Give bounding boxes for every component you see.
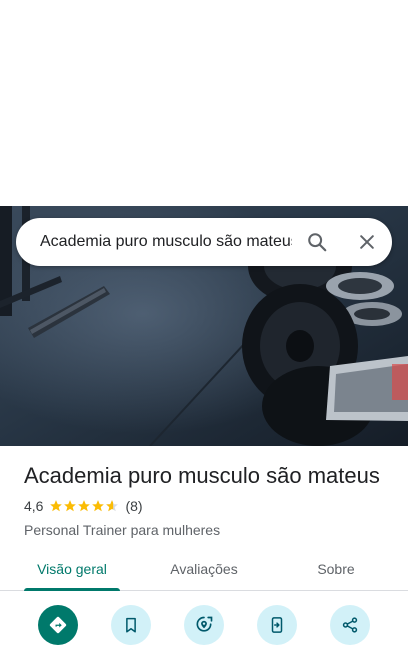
send-to-phone-icon (271, 617, 283, 633)
search-bar[interactable]: Academia puro musculo são mateus (16, 218, 392, 266)
bookmark-icon (126, 617, 136, 633)
tab-overview[interactable]: Visão geral (24, 548, 120, 591)
star-full-icon (78, 500, 91, 512)
star-full-icon (92, 500, 105, 512)
directions-icon (49, 616, 67, 634)
action-bar (0, 591, 408, 652)
rating-row[interactable]: 4,6 (8) (24, 496, 394, 516)
share-button[interactable] (330, 605, 370, 645)
place-category[interactable]: Personal Trainer para mulheres (24, 522, 394, 538)
place-title: Academia puro musculo são mateus (24, 463, 380, 488)
review-count[interactable]: (8) (125, 498, 142, 514)
star-full-icon (64, 500, 77, 512)
share-icon (342, 617, 358, 633)
nearby-icon (196, 616, 213, 632)
rating-stars (49, 499, 119, 513)
save-button[interactable] (111, 605, 151, 645)
place-info: Academia puro musculo são mateus 4,6 (8)… (24, 462, 394, 538)
close-icon (360, 235, 374, 249)
search-query-text[interactable]: Academia puro musculo são mateus (40, 233, 292, 251)
place-tabs: Visão geral Avaliações Sobre (0, 548, 408, 591)
clear-search-button[interactable] (342, 218, 392, 266)
tab-about[interactable]: Sobre (288, 548, 384, 590)
send-to-phone-button[interactable] (257, 605, 297, 645)
rating-value: 4,6 (24, 498, 44, 514)
tab-reviews[interactable]: Avaliações (156, 548, 252, 590)
directions-button[interactable] (38, 605, 78, 645)
star-half-icon (106, 500, 119, 512)
search-button[interactable] (292, 218, 342, 266)
search-icon (308, 233, 327, 252)
nearby-button[interactable] (184, 605, 224, 645)
star-full-icon (50, 500, 63, 512)
map-area[interactable] (0, 0, 408, 206)
